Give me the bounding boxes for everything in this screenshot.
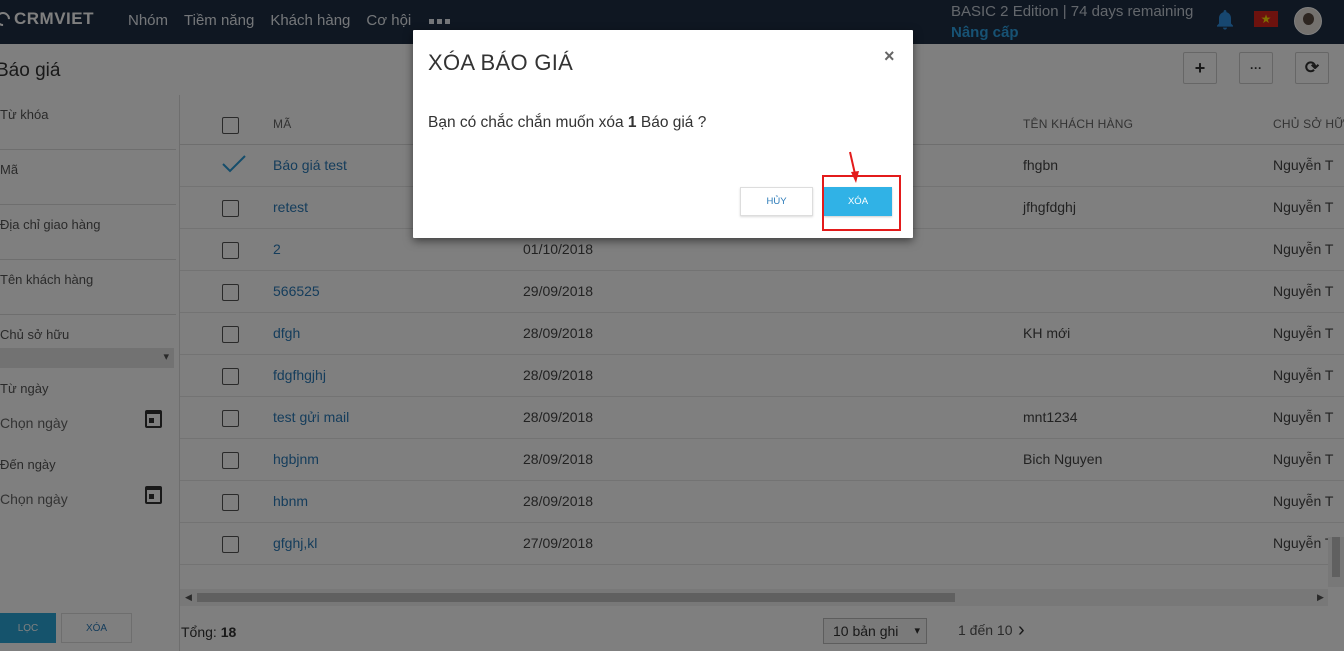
close-icon[interactable]: × [884,46,895,67]
modal-title: XÓA BÁO GIÁ [428,50,574,75]
annotation-arrow-icon [849,151,859,183]
cancel-button[interactable]: HỦY [740,187,813,216]
modal-message: Bạn có chắc chắn muốn xóa 1 Báo giá ? [428,114,707,131]
